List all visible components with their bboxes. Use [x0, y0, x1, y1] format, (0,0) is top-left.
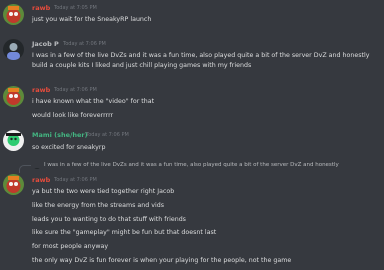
message-text: I was in a few of the live DvZs and it w… — [32, 52, 370, 59]
message-text: for most people anyway — [32, 243, 109, 250]
reply-preview[interactable]: I was in a few of the live DvZs and it w… — [19, 161, 384, 173]
author-name[interactable]: Jacob P — [32, 40, 59, 48]
message-text: so excited for sneakyrp — [32, 144, 106, 151]
message-text: like sure the "gameplay" might be fun bu… — [32, 229, 217, 236]
author-name[interactable]: rawb — [32, 86, 50, 94]
chat-log: rawb Today at 7:05 PM just you wait for … — [0, 0, 384, 270]
author-name[interactable]: rawb — [32, 4, 50, 12]
message-text: the only way DvZ is fun forever is when … — [32, 257, 292, 264]
reply-connector — [19, 165, 31, 173]
message-text: i have known what the "video" for that — [32, 98, 155, 105]
avatar[interactable] — [3, 130, 24, 151]
timestamp: Today at 7:06 PM — [54, 87, 97, 93]
message-text: would look like foreverrrrr — [32, 112, 114, 119]
avatar[interactable] — [3, 4, 24, 25]
message-text: just you wait for the SneakyRP launch — [32, 16, 152, 23]
avatar[interactable] — [3, 39, 24, 60]
timestamp: Today at 7:06 PM — [54, 177, 97, 183]
author-name[interactable]: rawb — [32, 176, 50, 184]
message-text: build a couple kits I liked and just chi… — [32, 62, 252, 69]
message-text: like the energy from the streams and vid… — [32, 202, 165, 209]
reply-text: I was in a few of the live DvZs and it w… — [44, 162, 339, 168]
timestamp: Today at 7:06 PM — [63, 41, 106, 47]
message-text: leads you to wanting to do that stuff wi… — [32, 216, 186, 223]
reply-avatar — [33, 161, 41, 169]
timestamp: Today at 7:05 PM — [54, 5, 97, 11]
author-name[interactable]: Mami (she/her) — [32, 131, 88, 139]
avatar[interactable] — [3, 86, 24, 107]
timestamp: Today at 7:06 PM — [86, 132, 129, 138]
avatar[interactable] — [3, 174, 24, 195]
message-text: ya but the two were tied together right … — [32, 188, 175, 195]
